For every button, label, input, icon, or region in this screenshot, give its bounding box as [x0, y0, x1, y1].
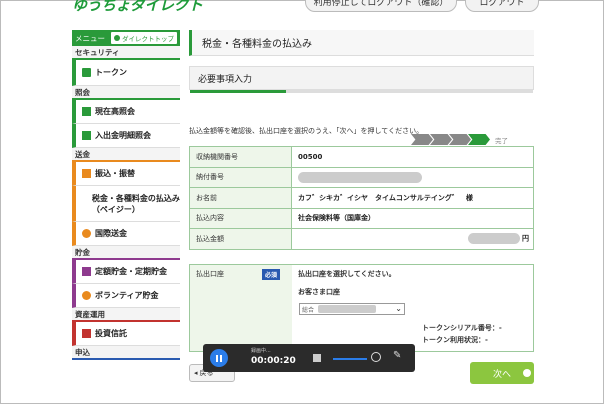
- section-title: 必要事項入力: [198, 74, 253, 85]
- sidebar-item-investment[interactable]: 投資信託: [72, 322, 180, 346]
- recording-state: 録画中...: [251, 348, 271, 354]
- screen-recorder-toolbar: 録画中... 00:00:20 ✎: [203, 344, 415, 372]
- logout-button[interactable]: ログアウト: [465, 0, 539, 12]
- step-indicator: 完了: [411, 134, 508, 145]
- sidebar-item-fixed-savings[interactable]: 定額貯金・定期貯金: [72, 260, 180, 284]
- stop-and-logout-button[interactable]: 利用停止してログアウト（確認）: [305, 0, 457, 12]
- section-security: セキュリティ: [72, 46, 180, 60]
- transfer-icon: [82, 169, 91, 178]
- logo[interactable]: ゆうちょダイレクト: [72, 0, 203, 15]
- account-prompt: 払出口座を選択してください。: [298, 270, 396, 278]
- row-key: 払込金額: [189, 228, 292, 250]
- row-value: 社会保険料等（国庫金）: [291, 207, 534, 229]
- step-3: [449, 134, 471, 145]
- row-key: お名前: [189, 187, 292, 209]
- menu-header: メニュー ダイレクトトップ: [72, 30, 180, 46]
- pause-icon: [216, 354, 218, 362]
- row-value-masked: [291, 166, 534, 188]
- payment-info-table: 収納機関番号 00500 納付番号 お名前 カフ゛シキカ゛イシヤ タイムコンサル…: [189, 146, 534, 250]
- table-row: お名前 カフ゛シキカ゛イシヤ タイムコンサルテイング゛ 様: [189, 187, 534, 209]
- sidebar-item-transfer[interactable]: 振込・振替: [72, 162, 180, 186]
- step-2: [430, 134, 452, 145]
- row-value: 00500: [291, 146, 534, 168]
- direct-top-link[interactable]: ダイレクトトップ: [111, 32, 177, 44]
- withdrawal-account-box: 払出口座 必須 払出口座を選択してください。 お客さま口座 総合 ⌄ トークンシ…: [189, 264, 534, 352]
- sidebar-item-volunteer[interactable]: ボランティア貯金: [72, 284, 180, 308]
- step-done-label: 完了: [495, 136, 508, 145]
- row-key: 収納機関番号: [189, 146, 292, 168]
- statement-icon: [82, 131, 91, 140]
- pen-icon[interactable]: ✎: [393, 350, 401, 361]
- section-investment: 資産運用: [72, 308, 180, 322]
- table-row: 払込金額 円: [189, 228, 534, 250]
- volunteer-icon: [82, 291, 91, 300]
- sidebar: メニュー ダイレクトトップ セキュリティ トークン 照会 現在高照会 入出金明細…: [72, 30, 180, 360]
- sidebar-item-balance[interactable]: 現在高照会: [72, 100, 180, 124]
- main-content: 税金・各種料金の払込み 必要事項入力 完了 払込金額等を確認後、払出口座を選択の…: [189, 30, 534, 352]
- volume-slider[interactable]: [333, 358, 367, 360]
- pause-button[interactable]: [210, 349, 228, 367]
- row-value-amount: 円: [291, 228, 534, 250]
- progress-fill: [190, 90, 287, 93]
- progress-bar: [190, 90, 533, 93]
- menu-label: メニュー: [75, 33, 105, 43]
- home-icon: [114, 35, 120, 41]
- next-button[interactable]: 次へ: [470, 362, 534, 384]
- redacted-mask: [468, 233, 520, 245]
- section-title-bar: 必要事項入力: [189, 66, 534, 93]
- section-application: 申込: [72, 346, 180, 360]
- stop-icon[interactable]: [313, 354, 321, 362]
- back-arrow-icon: ◂: [194, 369, 198, 377]
- savings-icon: [82, 267, 91, 276]
- section-savings: 貯金: [72, 246, 180, 260]
- redacted-mask: [298, 171, 422, 183]
- token-serial-label: トークンシリアル番号：-: [422, 324, 502, 332]
- page-title: 税金・各種料金の払込み: [189, 30, 534, 56]
- section-remittance: 送金: [72, 148, 180, 162]
- redacted-mask: [318, 305, 377, 313]
- table-row: 払込内容 社会保険料等（国庫金）: [189, 207, 534, 229]
- chevron-down-icon: ⌄: [395, 304, 402, 313]
- next-arrow-icon: [523, 369, 531, 377]
- instruction-text: 払込金額等を確認後、払出口座を選択のうえ、「次へ」を押してください。: [189, 127, 424, 135]
- sidebar-item-token[interactable]: トークン: [72, 60, 180, 86]
- required-badge: 必須: [262, 269, 281, 280]
- table-row: 納付番号: [189, 166, 534, 188]
- webcam-icon[interactable]: [371, 352, 381, 362]
- sidebar-item-international[interactable]: 国際送金: [72, 222, 180, 246]
- token-status-label: トークン利用状況：-: [422, 336, 488, 344]
- table-row: 収納機関番号 00500: [189, 146, 534, 168]
- investment-icon: [82, 329, 91, 338]
- globe-icon: [82, 229, 91, 238]
- sidebar-item-statement[interactable]: 入出金明細照会: [72, 124, 180, 148]
- balance-icon: [82, 107, 91, 116]
- recording-timer: 00:00:20: [251, 356, 296, 366]
- payment-icon: [82, 199, 88, 208]
- row-key: 納付番号: [189, 166, 292, 188]
- step-4-current: [468, 134, 490, 145]
- account-select[interactable]: 総合 ⌄: [299, 303, 405, 315]
- customer-account-label: お客さま口座: [298, 288, 340, 296]
- row-key: 払込内容: [189, 207, 292, 229]
- section-inquiry: 照会: [72, 86, 180, 100]
- token-icon: [82, 68, 91, 77]
- sidebar-item-payment[interactable]: 税金・各種料金の払込み（ペイジー）: [72, 186, 180, 222]
- row-value: カフ゛シキカ゛イシヤ タイムコンサルテイング゛ 様: [291, 187, 534, 209]
